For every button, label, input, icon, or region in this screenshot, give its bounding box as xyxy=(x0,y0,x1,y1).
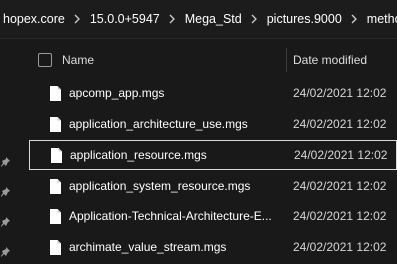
breadcrumb: hopex.core 15.0.0+5947 Mega_Std pictures… xyxy=(0,0,397,39)
file-name: apcomp_app.mgs xyxy=(69,86,165,100)
column-header: Name Date modified xyxy=(17,44,397,76)
breadcrumb-item[interactable]: pictures.9000 xyxy=(264,12,345,26)
file-icon xyxy=(50,85,61,101)
file-name: archimate_value_stream.mgs xyxy=(69,240,227,254)
file-icon xyxy=(50,116,61,132)
chevron-right-icon[interactable] xyxy=(163,14,182,24)
file-name: application_system_resource.mgs xyxy=(69,179,251,193)
file-row[interactable]: apcomp_app.mgs 24/02/2021 12:02 xyxy=(17,78,397,108)
chevron-right-icon[interactable] xyxy=(245,14,264,24)
file-date-modified: 24/02/2021 12:02 xyxy=(293,209,387,223)
pin-icon[interactable] xyxy=(1,157,11,167)
file-icon xyxy=(50,239,61,255)
navigation-pane xyxy=(0,39,17,264)
file-row[interactable]: application_architecture_use.mgs 24/02/2… xyxy=(17,109,397,139)
file-icon xyxy=(50,208,61,224)
pin-icon[interactable] xyxy=(1,217,11,227)
file-name: application_resource.mgs xyxy=(70,148,207,162)
breadcrumb-item[interactable]: Mega_Std xyxy=(182,12,245,26)
file-date-modified: 24/02/2021 12:02 xyxy=(293,117,387,131)
file-date-modified: 24/02/2021 12:02 xyxy=(293,86,387,100)
column-divider[interactable] xyxy=(286,48,287,72)
column-date-modified-header[interactable]: Date modified xyxy=(293,53,367,67)
file-date-modified: 24/02/2021 12:02 xyxy=(293,179,387,193)
pin-icon[interactable] xyxy=(1,187,11,197)
file-row-selected[interactable]: application_resource.mgs 24/02/2021 12:0… xyxy=(29,140,397,170)
breadcrumb-item[interactable]: method xyxy=(364,12,397,26)
file-name: application_architecture_use.mgs xyxy=(69,117,248,131)
chevron-right-icon[interactable] xyxy=(345,14,364,24)
breadcrumb-item[interactable]: hopex.core xyxy=(0,12,68,26)
chevron-right-icon[interactable] xyxy=(68,14,87,24)
file-name: Application-Technical-Architecture-E... xyxy=(69,209,272,223)
file-date-modified: 24/02/2021 12:02 xyxy=(293,240,387,254)
file-date-modified: 24/02/2021 12:02 xyxy=(294,148,388,162)
file-row[interactable]: application_system_resource.mgs 24/02/20… xyxy=(17,171,397,201)
pin-icon[interactable] xyxy=(1,247,11,257)
file-icon xyxy=(51,147,62,163)
column-name-header[interactable]: Name xyxy=(62,53,94,67)
file-row[interactable]: Application-Technical-Architecture-E... … xyxy=(17,201,397,231)
file-row[interactable]: archimate_value_stream.mgs 24/02/2021 12… xyxy=(17,232,397,262)
select-all-checkbox[interactable] xyxy=(38,53,52,67)
breadcrumb-item[interactable]: 15.0.0+5947 xyxy=(87,12,163,26)
file-icon xyxy=(50,178,61,194)
